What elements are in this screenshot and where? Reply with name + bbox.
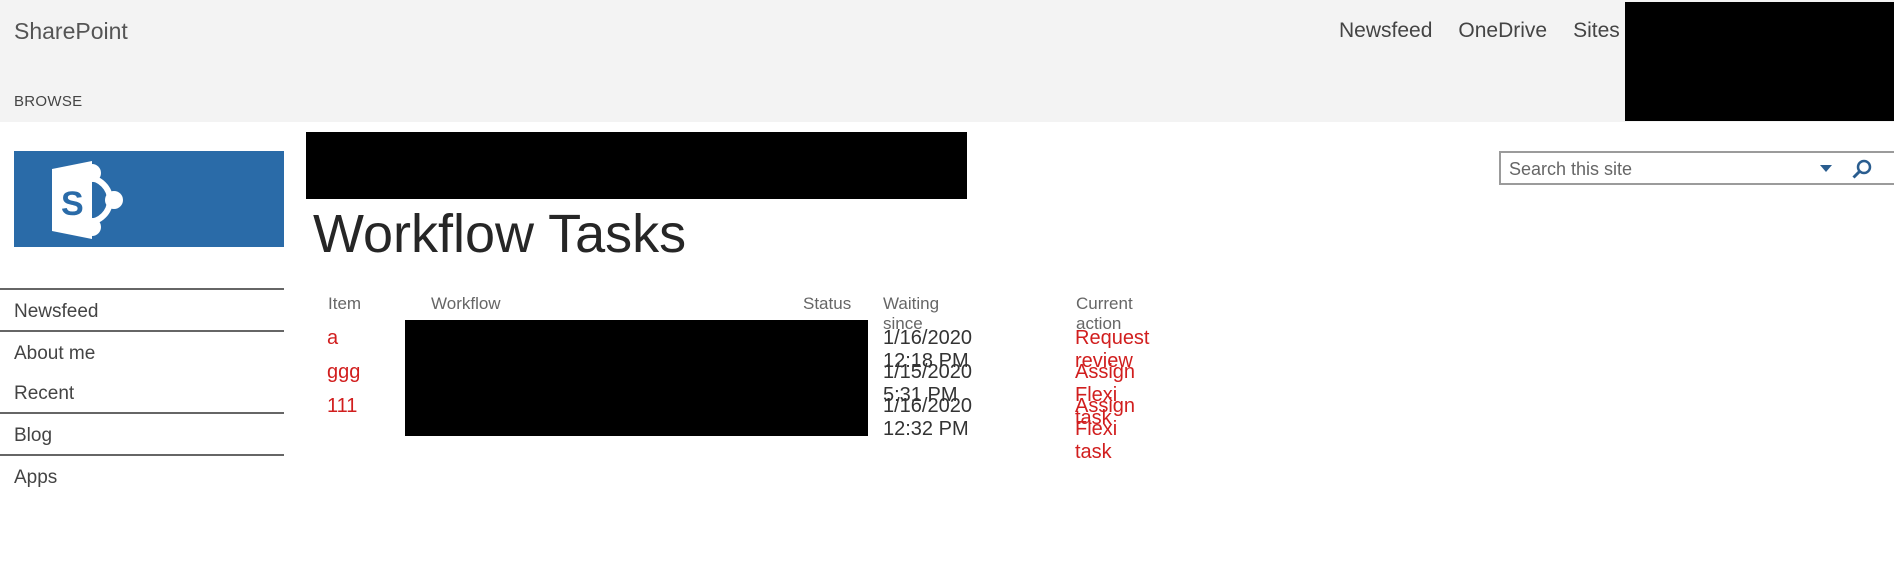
page-title: Workflow Tasks bbox=[313, 204, 687, 264]
svg-text:S: S bbox=[61, 185, 84, 223]
browse-tab[interactable]: BROWSE bbox=[14, 93, 82, 110]
waiting-since-value: 1/16/2020 12:32 PM bbox=[883, 395, 972, 440]
left-nav: Newsfeed About me Recent Blog Apps bbox=[0, 288, 284, 496]
site-logo[interactable]: S bbox=[14, 151, 284, 247]
redacted-block bbox=[1625, 2, 1894, 121]
search-box bbox=[1499, 151, 1894, 185]
left-nav-apps[interactable]: Apps bbox=[0, 456, 284, 496]
current-action-link[interactable]: Assign Flexi task bbox=[1075, 395, 1135, 464]
top-nav: Newsfeed OneDrive Sites bbox=[1339, 19, 1620, 43]
item-link[interactable]: 111 bbox=[327, 395, 357, 418]
app-brand[interactable]: SharePoint bbox=[14, 18, 128, 45]
redacted-block bbox=[306, 132, 967, 199]
left-nav-about-me[interactable]: About me bbox=[0, 332, 284, 372]
top-nav-newsfeed[interactable]: Newsfeed bbox=[1339, 19, 1432, 43]
column-header-item[interactable]: Item bbox=[328, 294, 361, 314]
redacted-block bbox=[405, 320, 868, 436]
column-header-workflow[interactable]: Workflow bbox=[431, 294, 501, 314]
dropdown-arrow-icon[interactable] bbox=[1817, 159, 1835, 177]
left-nav-newsfeed[interactable]: Newsfeed bbox=[0, 290, 284, 330]
suite-bar: SharePoint BROWSE Newsfeed OneDrive Site… bbox=[0, 0, 1894, 122]
column-header-status[interactable]: Status bbox=[803, 294, 851, 314]
left-nav-recent[interactable]: Recent bbox=[0, 372, 284, 412]
search-icon[interactable] bbox=[1851, 158, 1873, 180]
top-nav-sites[interactable]: Sites bbox=[1573, 19, 1620, 43]
search-input[interactable] bbox=[1507, 155, 1811, 183]
item-link[interactable]: a bbox=[327, 327, 338, 350]
top-nav-onedrive[interactable]: OneDrive bbox=[1458, 19, 1547, 43]
sharepoint-logo-icon: S bbox=[52, 161, 123, 239]
left-nav-blog[interactable]: Blog bbox=[0, 414, 284, 454]
item-link[interactable]: ggg bbox=[327, 361, 360, 384]
